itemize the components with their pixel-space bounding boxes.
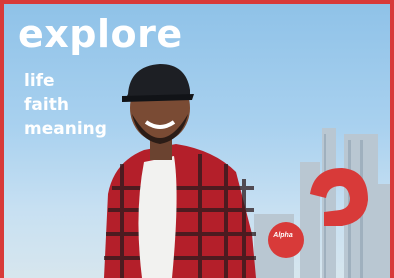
subline-faith: faith — [24, 95, 69, 115]
headline: explore — [18, 12, 183, 56]
person-figure — [104, 64, 256, 278]
subline-meaning: meaning — [24, 119, 107, 139]
promo-banner: explore life faith meaning Alpha — [0, 0, 394, 278]
question-mark-logo-icon — [268, 168, 368, 258]
logo-text: Alpha — [273, 232, 293, 239]
subline-life: life — [24, 71, 55, 91]
